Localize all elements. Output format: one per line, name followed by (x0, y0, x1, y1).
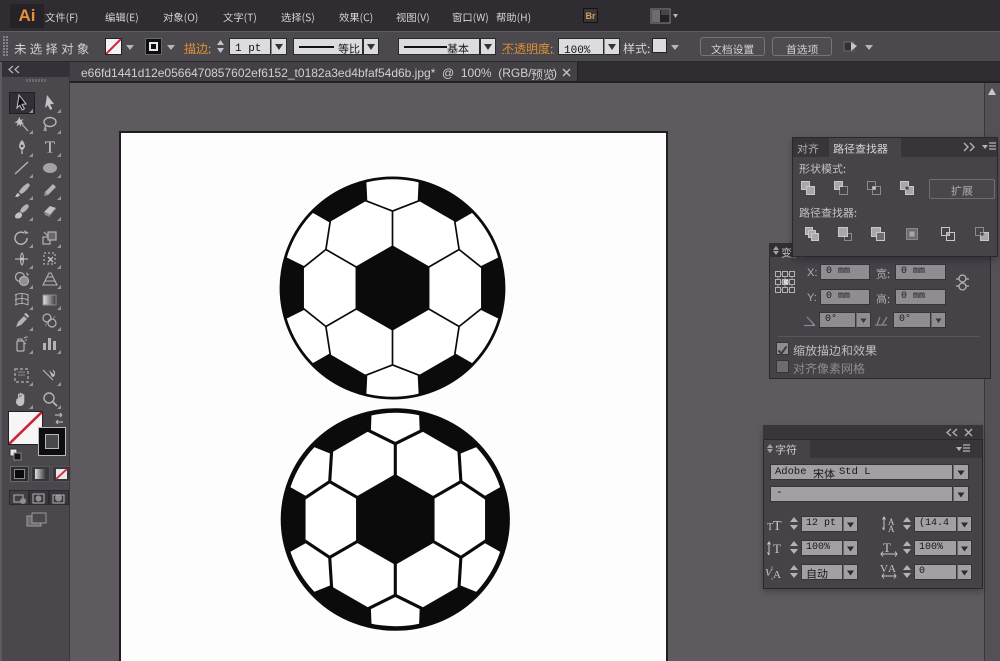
svg-text:A: A (888, 563, 896, 575)
svg-text:T: T (883, 540, 891, 555)
svg-text:A: A (773, 569, 781, 581)
svg-text:A: A (888, 524, 895, 533)
svg-text:T: T (773, 541, 781, 556)
svg-text:T: T (45, 138, 56, 156)
svg-text:V: V (880, 563, 888, 575)
svg-text:T: T (773, 519, 782, 532)
